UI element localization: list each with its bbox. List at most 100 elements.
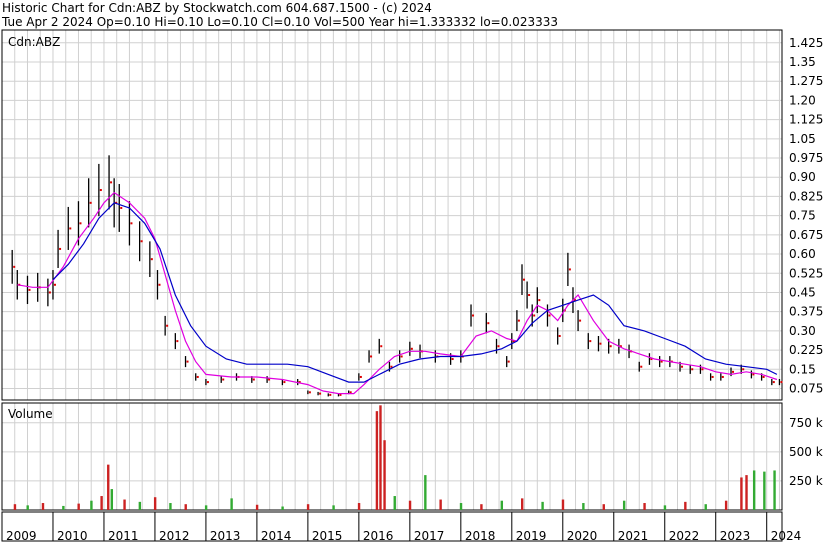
x-tick-label: 2023 bbox=[720, 529, 751, 543]
close-point bbox=[319, 392, 322, 395]
price-y-tick-label: 0.525 bbox=[789, 266, 823, 280]
close-point bbox=[59, 247, 62, 250]
close-point bbox=[681, 365, 684, 368]
price-y-tick-label: 0.75 bbox=[789, 209, 816, 223]
close-point bbox=[568, 268, 571, 271]
close-point bbox=[99, 189, 102, 192]
volume-bar bbox=[281, 506, 284, 510]
close-point bbox=[711, 375, 714, 378]
close-point bbox=[780, 381, 783, 384]
price-y-tick-label: 0.30 bbox=[789, 324, 816, 338]
x-tick-label: 2019 bbox=[516, 529, 547, 543]
price-y-tick-label: 0.45 bbox=[789, 285, 816, 299]
close-point bbox=[329, 393, 332, 396]
x-tick-label: 2020 bbox=[567, 529, 598, 543]
close-point bbox=[528, 294, 531, 297]
close-point bbox=[558, 334, 561, 337]
chart-window: Historic Chart for Cdn:ABZ by Stockwatch… bbox=[0, 0, 830, 543]
volume-bar bbox=[383, 440, 386, 510]
close-point bbox=[196, 375, 199, 378]
close-point bbox=[110, 181, 113, 184]
close-point bbox=[13, 265, 16, 268]
volume-bar bbox=[622, 500, 626, 510]
x-tick-label: 2017 bbox=[414, 529, 445, 543]
x-tick-label: 2015 bbox=[312, 529, 343, 543]
price-y-tick-label: 0.90 bbox=[789, 170, 816, 184]
volume-bar bbox=[773, 470, 776, 510]
volume-bar bbox=[740, 477, 743, 510]
volume-bar bbox=[107, 464, 110, 510]
close-point bbox=[176, 340, 179, 343]
volume-bar bbox=[424, 475, 427, 510]
close-point bbox=[222, 378, 225, 381]
price-y-tick-label: 0.15 bbox=[789, 362, 816, 376]
price-y-axis: 1.425 1.35 1.275 1.20 1.125 1.05 0.975 0.90 0.82… bbox=[789, 36, 823, 396]
volume-bar bbox=[77, 503, 80, 510]
volume-bar bbox=[184, 504, 187, 510]
volume-y-axis: 750 k 500 k 250 k bbox=[789, 416, 823, 488]
volume-bars bbox=[13, 405, 776, 510]
volume-bar bbox=[100, 496, 103, 510]
volume-bar bbox=[230, 498, 233, 510]
price-y-tick-label: 0.60 bbox=[789, 247, 816, 261]
close-point bbox=[158, 283, 161, 286]
close-point bbox=[487, 322, 490, 325]
volume-bar bbox=[306, 504, 310, 510]
volume-bar bbox=[684, 501, 687, 510]
x-tick-label: 2009 bbox=[6, 529, 37, 543]
close-point bbox=[89, 201, 92, 204]
volume-y-tick-label: 750 k bbox=[789, 416, 823, 430]
close-point bbox=[380, 345, 383, 348]
close-point bbox=[140, 240, 143, 243]
price-y-tick-label: 1.35 bbox=[789, 55, 816, 69]
price-y-tick-label: 0.225 bbox=[789, 343, 823, 357]
price-y-tick-label: 1.275 bbox=[789, 74, 823, 88]
close-point bbox=[599, 342, 602, 345]
volume-bar bbox=[332, 505, 335, 510]
close-point bbox=[451, 358, 454, 361]
close-point bbox=[79, 222, 82, 225]
volume-bar bbox=[169, 503, 172, 510]
close-point bbox=[48, 291, 51, 294]
close-point bbox=[762, 375, 765, 378]
close-point bbox=[400, 355, 403, 358]
close-point bbox=[28, 288, 31, 291]
volume-bar bbox=[480, 504, 483, 510]
historic-chart: Cdn:ABZ Volume 1.4251.351.2751.201.1251.… bbox=[1, 29, 823, 543]
close-point bbox=[150, 258, 153, 261]
volume-bar bbox=[255, 504, 259, 510]
volume-bar bbox=[357, 503, 361, 510]
volume-bar bbox=[204, 505, 208, 510]
volume-bar bbox=[13, 504, 17, 510]
volume-bar bbox=[582, 503, 585, 510]
close-point bbox=[507, 360, 510, 363]
volume-bar bbox=[41, 503, 45, 510]
volume-bar bbox=[110, 489, 114, 510]
price-y-tick-label: 0.075 bbox=[789, 381, 823, 395]
x-tick-label: 2011 bbox=[108, 529, 139, 543]
price-y-tick-label: 1.425 bbox=[789, 36, 823, 50]
close-point bbox=[69, 227, 72, 230]
close-point bbox=[252, 378, 255, 381]
volume-bar bbox=[153, 497, 157, 510]
price-y-tick-label: 0.825 bbox=[789, 189, 823, 203]
close-point bbox=[186, 360, 189, 363]
volume-bar bbox=[752, 470, 756, 510]
price-panel-label: Cdn:ABZ bbox=[8, 35, 60, 49]
close-point bbox=[533, 314, 536, 317]
x-tick-label: 2012 bbox=[159, 529, 190, 543]
x-tick-label: 2010 bbox=[57, 529, 88, 543]
close-point bbox=[283, 381, 286, 384]
price-y-tick-label: 1.20 bbox=[789, 93, 816, 107]
close-point bbox=[721, 375, 724, 378]
volume-y-tick-label: 250 k bbox=[789, 474, 823, 488]
close-point bbox=[517, 319, 520, 322]
close-point bbox=[772, 381, 775, 384]
price-y-tick-label: 1.125 bbox=[789, 113, 823, 127]
price-y-tick-label: 1.05 bbox=[789, 132, 816, 146]
close-point bbox=[410, 347, 413, 350]
close-point bbox=[609, 345, 612, 348]
x-tick-label: 2014 bbox=[261, 529, 292, 543]
volume-bar bbox=[763, 471, 766, 510]
x-tick-label: 2013 bbox=[210, 529, 241, 543]
